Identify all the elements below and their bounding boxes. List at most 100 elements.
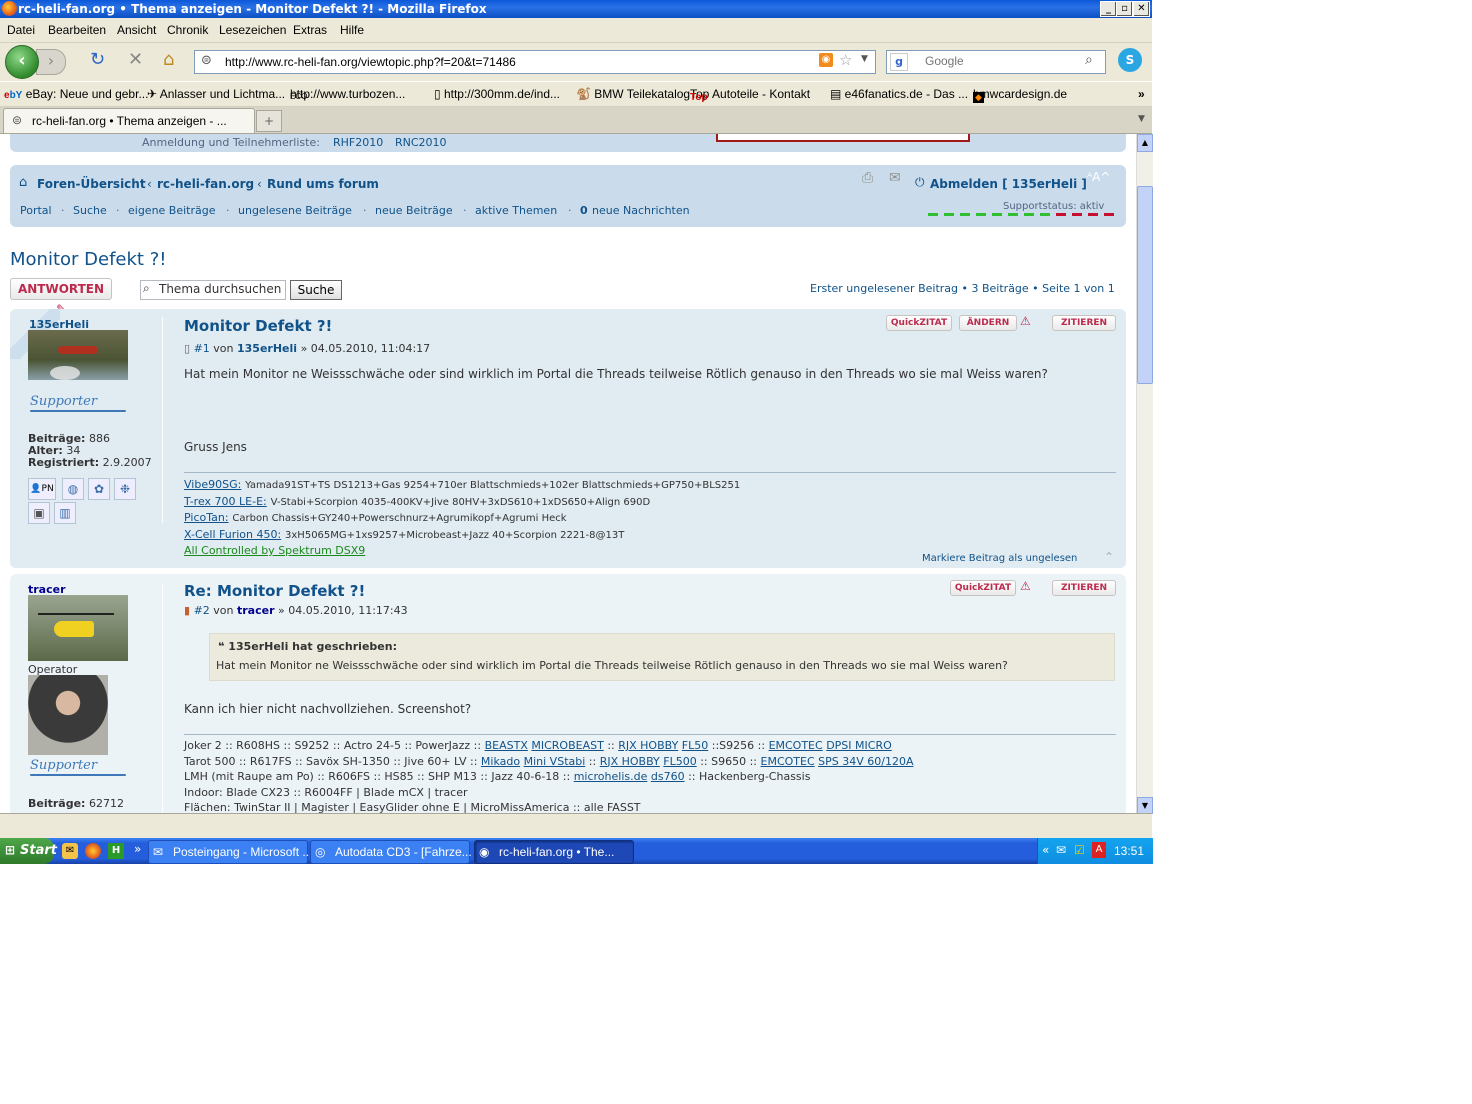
outlook-quicklaunch-icon[interactable]: ✉: [62, 843, 78, 859]
unread-posts-link[interactable]: ungelesene Beiträge: [238, 204, 352, 217]
sig-link-spektrum[interactable]: All Controlled by Spektrum DSX9: [184, 544, 365, 557]
bookmark-top-autoteile[interactable]: Top Top Autoteile - Kontakt: [690, 87, 810, 103]
email-icon[interactable]: ✉: [889, 170, 901, 186]
sig-link-vibe[interactable]: Vibe90SG:: [184, 478, 241, 491]
forward-button[interactable]: ›: [36, 49, 66, 75]
url-bar[interactable]: ⊜ http://www.rc-heli-fan.org/viewtopic.p…: [194, 50, 876, 74]
back-to-top-icon[interactable]: ⌃: [1104, 550, 1114, 564]
sig-link-mikado[interactable]: Mikado: [481, 755, 520, 768]
back-button[interactable]: ‹: [5, 45, 39, 79]
bookmark-bmwcardesign[interactable]: ◆ bmwcardesign.de: [973, 87, 1067, 103]
sig-link-fl50[interactable]: FL50: [682, 739, 708, 752]
bookmark-300mm[interactable]: ▯ http://300mm.de/ind...: [434, 87, 560, 101]
search-icon[interactable]: ⌕: [1085, 52, 1093, 68]
post1-edit-button[interactable]: ÄNDERN: [959, 315, 1017, 331]
scroll-up-button[interactable]: ▲: [1137, 134, 1153, 152]
mark-unread-link[interactable]: Markiere Beitrag als ungelesen: [922, 553, 1077, 564]
post2-quote-button[interactable]: ZITIEREN: [1052, 580, 1116, 596]
print-icon[interactable]: ⎙: [862, 170, 873, 186]
url-text[interactable]: http://www.rc-heli-fan.org/viewtopic.php…: [225, 55, 516, 69]
website-icon[interactable]: ◍: [62, 478, 84, 500]
scroll-down-button[interactable]: ▼: [1137, 797, 1153, 814]
tray-expand-icon[interactable]: «: [1042, 843, 1049, 857]
sig-link-fl500[interactable]: FL500: [663, 755, 696, 768]
pm-icon[interactable]: 👤PN: [28, 478, 56, 500]
post2-report-icon[interactable]: ⚠: [1020, 579, 1031, 593]
active-topics-link[interactable]: aktive Themen: [475, 204, 557, 217]
search-link[interactable]: Suche: [73, 204, 107, 217]
menu-chronik[interactable]: Chronik: [167, 23, 208, 37]
bookmark-anlasser[interactable]: ✈ Anlasser und Lichtma...: [147, 87, 285, 101]
post1-avatar[interactable]: [28, 330, 128, 380]
bookmark-star-icon[interactable]: ☆: [839, 51, 852, 69]
taskbar-item-autodata[interactable]: ◎ Autodata CD3 - [Fahrze...: [310, 840, 472, 864]
stop-icon[interactable]: ✕: [128, 50, 143, 70]
post2-quickzitat-button[interactable]: QuickZITAT: [950, 580, 1016, 596]
bookmark-e46fanatics[interactable]: ▤ e46fanatics.de - Das ...: [830, 87, 968, 101]
maximize-button[interactable]: ▫: [1116, 1, 1133, 17]
url-dropdown-icon[interactable]: ▼: [861, 54, 868, 64]
home-icon[interactable]: ⌂: [163, 50, 174, 70]
menu-bearbeiten[interactable]: Bearbeiten: [48, 23, 106, 37]
bookmarks-overflow-icon[interactable]: »: [1138, 87, 1145, 101]
icq-icon[interactable]: ❉: [114, 478, 136, 500]
post2-number[interactable]: #2: [194, 604, 210, 617]
sig-link-ds760[interactable]: ds760: [651, 770, 685, 783]
sig-link-microhelis[interactable]: microhelis.de: [574, 770, 648, 783]
sig-link-picotan[interactable]: PicoTan:: [184, 511, 229, 524]
post2-avatar[interactable]: [28, 595, 128, 661]
post1-meta-author[interactable]: 135erHeli: [237, 342, 297, 355]
tray-outlook-icon[interactable]: ☑: [1074, 843, 1085, 857]
font-size-icon[interactable]: ᴬA^: [1087, 170, 1110, 184]
search-bar[interactable]: g ⌕: [886, 50, 1106, 74]
taskbar-item-firefox[interactable]: ◉ rc-heli-fan.org • The...: [474, 840, 634, 864]
breadcrumb-home[interactable]: Foren-Übersicht: [37, 177, 146, 191]
post1-number[interactable]: #1: [194, 342, 210, 355]
rhf2010-link[interactable]: RHF2010: [333, 136, 383, 149]
post1-quickzitat-button[interactable]: QuickZITAT: [886, 315, 952, 331]
gallery-icon[interactable]: ✿: [88, 478, 110, 500]
start-button[interactable]: ⊞ Start: [0, 838, 57, 864]
tray-mail-icon[interactable]: ✉: [1056, 843, 1066, 857]
topic-search-text[interactable]: Thema durchsuchen: [159, 282, 283, 296]
sig-link-dpsi[interactable]: DPSI MICRO: [826, 739, 892, 752]
menu-datei[interactable]: Datei: [7, 23, 35, 37]
tray-acrobat-icon[interactable]: A: [1092, 842, 1106, 858]
sig-link-sps[interactable]: SPS 34V 60/120A: [818, 755, 913, 768]
sig-link-rjx[interactable]: RJX HOBBY: [600, 755, 660, 768]
sig-link-trex[interactable]: T-rex 700 LE-E:: [184, 495, 267, 508]
site-identity-icon[interactable]: ⊜: [201, 53, 212, 68]
breadcrumb-forum[interactable]: rc-heli-fan.org: [157, 177, 254, 191]
taskbar-item-outlook[interactable]: ✉ Posteingang - Microsoft ...: [148, 840, 312, 864]
breadcrumb-subforum[interactable]: Rund ums forum: [267, 177, 379, 191]
own-posts-link[interactable]: eigene Beiträge: [128, 204, 216, 217]
sig-link-beastx[interactable]: BEASTX: [485, 739, 528, 752]
menu-ansicht[interactable]: Ansicht: [117, 23, 156, 37]
firefox-quicklaunch-icon[interactable]: [85, 843, 101, 859]
tab-active[interactable]: ⊜ rc-heli-fan.org • Thema anzeigen - ...: [3, 108, 255, 133]
menu-extras[interactable]: Extras: [293, 23, 327, 37]
rss-icon[interactable]: ◉: [819, 53, 833, 67]
topic-search-input[interactable]: ⌕ Thema durchsuchen: [140, 280, 286, 300]
sig-link-emcotec[interactable]: EMCOTEC: [769, 739, 823, 752]
portal-link[interactable]: Portal: [20, 204, 52, 217]
reply-button[interactable]: ANTWORTEN ✎: [10, 278, 112, 316]
topic-search-button[interactable]: Suche: [290, 280, 342, 300]
quicklaunch-overflow-icon[interactable]: »: [134, 842, 141, 856]
menu-hilfe[interactable]: Hilfe: [340, 23, 364, 37]
sig-link-rjx[interactable]: RJX HOBBY: [618, 739, 678, 752]
search-input[interactable]: [923, 53, 1087, 69]
app-quicklaunch-icon[interactable]: H: [108, 843, 124, 859]
camera-icon[interactable]: ▣: [28, 502, 50, 524]
minimize-button[interactable]: _: [1100, 1, 1117, 17]
post1-report-icon[interactable]: ⚠: [1020, 314, 1031, 328]
new-tab-button[interactable]: +: [256, 110, 282, 132]
topic-title[interactable]: Monitor Defekt ?!: [10, 249, 166, 270]
messages-link[interactable]: neue Nachrichten: [592, 204, 690, 217]
film-icon[interactable]: ▥: [54, 502, 76, 524]
post2-meta-author[interactable]: tracer: [237, 604, 275, 617]
close-button[interactable]: ✕: [1133, 1, 1150, 17]
post1-quote-button[interactable]: ZITIEREN: [1052, 315, 1116, 331]
scrollbar-thumb[interactable]: [1137, 186, 1153, 384]
logout-link[interactable]: Abmelden [ 135erHeli ]: [930, 177, 1087, 191]
